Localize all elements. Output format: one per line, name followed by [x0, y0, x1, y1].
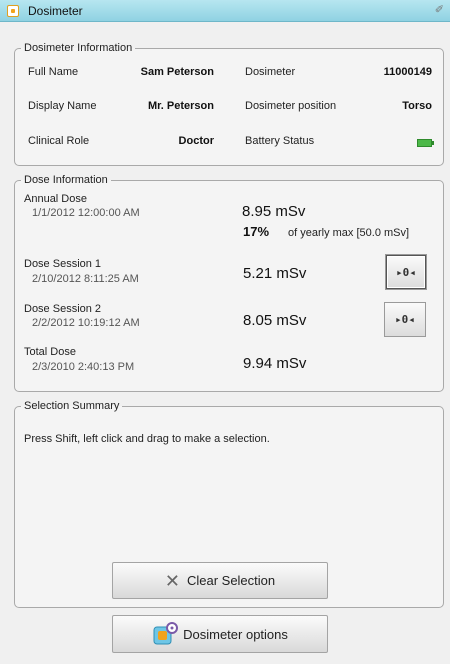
play-session-icon: ▸0◂	[395, 313, 415, 326]
window-title: Dosimeter	[28, 4, 83, 18]
annual-dose-value: 8.95 mSv	[242, 203, 306, 220]
dose-information-legend: Dose Information	[24, 174, 108, 186]
app-icon	[7, 5, 19, 17]
clinical-role-value: Doctor	[178, 135, 214, 147]
selection-summary-legend: Selection Summary	[24, 400, 120, 412]
battery-full-icon	[417, 139, 434, 147]
dosimeter-id-value: 11000149	[383, 66, 432, 78]
battery-status-label: Battery Status	[245, 135, 315, 147]
play-session-icon: ▸0◂	[396, 265, 416, 279]
clear-x-icon: ✕	[164, 570, 180, 591]
annual-dose-percent-note: of yearly max [50.0 mSv]	[288, 227, 410, 239]
dose-session-1-button[interactable]: ▸0◂	[386, 255, 426, 289]
dose-session-1-value: 5.21 mSv	[243, 265, 307, 282]
dose-session-1-label: Dose Session 1	[24, 258, 102, 270]
display-name-label: Display Name	[28, 100, 97, 112]
window-titlebar: Dosimeter ✐	[0, 0, 450, 22]
dose-session-2-value: 8.05 mSv	[243, 312, 307, 329]
clinical-role-label: Clinical Role	[28, 135, 90, 147]
dose-session-2-label: Dose Session 2	[24, 303, 102, 315]
total-dose-label: Total Dose	[24, 346, 76, 358]
full-name-value: Sam Peterson	[140, 66, 214, 78]
display-name-value: Mr. Peterson	[147, 100, 214, 112]
dosimeter-options-icon	[152, 622, 179, 646]
dose-session-1-date: 2/10/2012 8:11:25 AM	[32, 273, 139, 285]
total-dose-date: 2/3/2010 2:40:13 PM	[32, 361, 135, 373]
dosimeter-position-value: Torso	[402, 100, 432, 112]
clear-selection-button[interactable]: ✕ Clear Selection	[112, 562, 328, 599]
annual-dose-date: 1/1/2012 12:00:00 AM	[32, 207, 140, 219]
pin-icon[interactable]: ✐	[435, 3, 444, 16]
dose-session-2-button[interactable]: ▸0◂	[384, 302, 426, 337]
dosimeter-options-label: Dosimeter options	[183, 626, 288, 642]
annual-dose-label: Annual Dose	[24, 193, 87, 205]
full-name-label: Full Name	[28, 66, 79, 78]
selection-hint: Press Shift, left click and drag to make…	[24, 433, 270, 445]
dosimeter-options-button[interactable]: Dosimeter options	[112, 615, 328, 653]
dose-session-2-date: 2/2/2012 10:19:12 AM	[32, 317, 140, 329]
annual-dose-percent: 17%	[243, 224, 270, 239]
clear-selection-label: Clear Selection	[186, 573, 276, 588]
dosimeter-label: Dosimeter	[245, 66, 296, 78]
total-dose-value: 9.94 mSv	[243, 355, 307, 372]
dosimeter-position-label: Dosimeter position	[245, 100, 337, 112]
dosimeter-information-legend: Dosimeter Information	[24, 42, 133, 54]
